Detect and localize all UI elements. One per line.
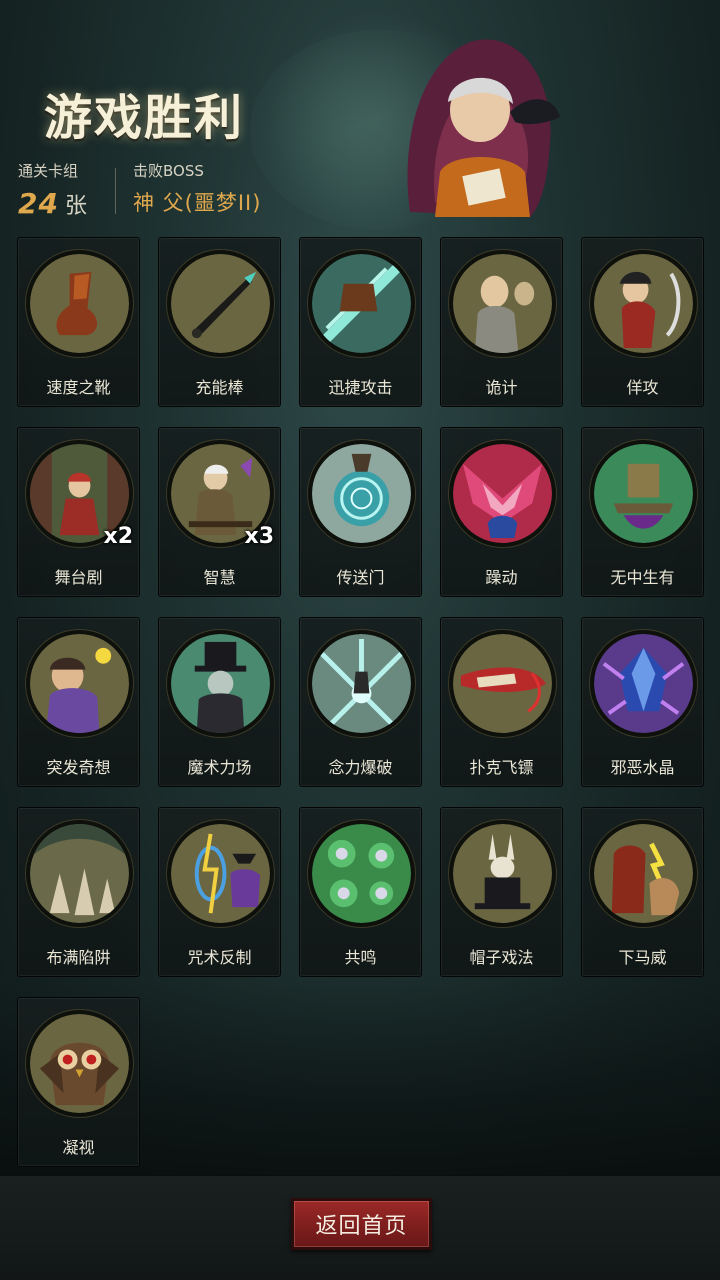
trickster-icon <box>449 250 556 357</box>
card-item[interactable]: 凝视 <box>17 997 140 1167</box>
hat-trick-icon <box>449 820 556 927</box>
card-name: 迅捷攻击 <box>328 378 393 397</box>
card-item[interactable]: 邪恶水晶 <box>581 617 704 787</box>
card-name: 帽子戏法 <box>469 948 534 967</box>
card-item[interactable]: 魔术力场 <box>158 617 281 787</box>
return-home-button[interactable]: 返回首页 <box>291 1198 432 1250</box>
magician-icon <box>167 630 274 737</box>
card-item[interactable]: 充能棒 <box>158 237 281 407</box>
card-item[interactable]: 无中生有 <box>581 427 704 597</box>
card-name: 舞台剧 <box>54 568 103 587</box>
portal-icon <box>308 440 415 547</box>
card-item[interactable]: 布满陷阱 <box>17 807 140 977</box>
intimidate-icon <box>590 820 697 927</box>
card-name: 魔术力场 <box>187 758 252 777</box>
stat-divider <box>115 168 116 214</box>
owl-gaze-icon <box>26 1010 133 1117</box>
card-item[interactable]: 迅捷攻击 <box>299 237 422 407</box>
boss-stat-value: 神 父(噩梦II) <box>133 191 262 215</box>
card-name: 佯攻 <box>626 378 659 397</box>
wand-icon <box>167 250 274 357</box>
axe-strike-icon <box>308 250 415 357</box>
boss-stat: 击败BOSS 神 父(噩梦II) <box>133 160 261 217</box>
card-item[interactable]: 智慧 x3 <box>158 427 281 597</box>
deck-count: 24 <box>18 187 59 220</box>
card-name: 邪恶水晶 <box>610 758 675 777</box>
deck-unit: 张 <box>64 194 88 219</box>
card-item[interactable]: 舞台剧 x2 <box>17 427 140 597</box>
page-title: 游戏胜利 <box>44 90 245 146</box>
card-item[interactable]: 念力爆破 <box>299 617 422 787</box>
trap-icon <box>26 820 133 927</box>
card-item[interactable]: 下马威 <box>581 807 704 977</box>
conjure-icon <box>590 440 697 547</box>
card-name: 突发奇想 <box>46 758 111 777</box>
crystal-icon <box>590 630 697 737</box>
card-name: 诡计 <box>485 378 518 397</box>
card-item[interactable]: 速度之靴 <box>17 237 140 407</box>
card-name: 布满陷阱 <box>46 948 111 967</box>
card-item[interactable]: 诡计 <box>440 237 563 407</box>
card-name: 传送门 <box>336 568 385 587</box>
idea-icon <box>26 630 133 737</box>
hero-character-art <box>407 39 560 217</box>
deck-stat-label: 通关卡组 <box>18 162 79 180</box>
counterspell-icon <box>167 820 274 927</box>
card-item[interactable]: 突发奇想 <box>17 617 140 787</box>
card-name: 凝视 <box>62 1138 95 1157</box>
card-name: 念力爆破 <box>328 758 393 777</box>
resonance-icon <box>308 820 415 927</box>
card-name: 智慧 <box>203 568 236 587</box>
card-name: 扑克飞镖 <box>469 758 534 777</box>
card-name: 速度之靴 <box>46 378 111 397</box>
deck-stat-value: 24 张 <box>18 187 88 220</box>
deck-stat: 通关卡组 24 张 <box>18 160 88 220</box>
card-item[interactable]: 咒术反制 <box>158 807 281 977</box>
card-dart-icon <box>449 630 556 737</box>
telekinesis-icon <box>308 630 415 737</box>
card-item[interactable]: 扑克飞镖 <box>440 617 563 787</box>
card-item[interactable]: 传送门 <box>299 427 422 597</box>
card-item[interactable]: 躁动 <box>440 427 563 597</box>
card-count-badge: x2 <box>103 524 134 549</box>
card-name: 共鸣 <box>344 948 377 967</box>
card-count-badge: x3 <box>244 524 275 549</box>
feint-icon <box>590 250 697 357</box>
boot-icon <box>26 250 133 357</box>
card-name: 下马威 <box>618 948 667 967</box>
card-item[interactable]: 共鸣 <box>299 807 422 977</box>
card-name: 躁动 <box>485 568 518 587</box>
frenzy-icon <box>449 440 556 547</box>
boss-stat-label: 击败BOSS <box>133 162 204 180</box>
card-item[interactable]: 帽子戏法 <box>440 807 563 977</box>
card-name: 充能棒 <box>195 378 244 397</box>
card-name: 无中生有 <box>610 568 675 587</box>
card-item[interactable]: 佯攻 <box>581 237 704 407</box>
card-name: 咒术反制 <box>187 948 252 967</box>
